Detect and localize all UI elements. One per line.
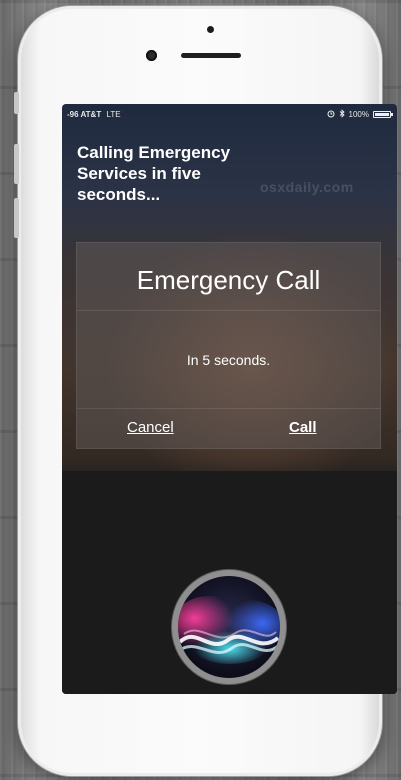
volume-down-button	[14, 198, 19, 238]
network-type: LTE	[106, 110, 121, 119]
status-indicators: 100%	[327, 109, 393, 120]
alert-title: Emergency Call	[136, 265, 321, 295]
alert-message: In 5 seconds.	[186, 352, 271, 368]
bluetooth-icon	[339, 109, 345, 120]
status-bar: -96 AT&T LTE 100%	[62, 104, 397, 124]
siri-response-text: Calling Emergency Services in five secon…	[77, 143, 231, 204]
call-button[interactable]: Call	[289, 419, 317, 436]
battery-icon	[373, 111, 393, 118]
alarm-icon	[327, 110, 335, 120]
carrier-info: -96 AT&T LTE	[67, 110, 121, 119]
carrier-label: -96 AT&T	[67, 110, 102, 119]
battery-percent: 100%	[348, 110, 369, 119]
alert-divider	[77, 310, 380, 311]
watermark: osxdaily.com	[260, 179, 354, 195]
mute-switch	[14, 92, 19, 114]
earpiece-speaker	[181, 53, 241, 58]
emergency-call-alert: Emergency Call In 5 seconds. Cancel Call	[76, 242, 381, 449]
iphone-frame: -96 AT&T LTE 100% Calling Emergency Serv…	[14, 6, 397, 776]
phone-screen: -96 AT&T LTE 100% Calling Emergency Serv…	[62, 104, 397, 694]
front-camera	[146, 50, 157, 61]
proximity-sensor	[207, 26, 214, 33]
siri-button[interactable]	[172, 570, 286, 684]
cancel-button[interactable]: Cancel	[127, 419, 174, 436]
alert-divider	[77, 408, 380, 409]
siri-waveform-icon	[178, 576, 280, 678]
volume-up-button	[14, 144, 19, 184]
